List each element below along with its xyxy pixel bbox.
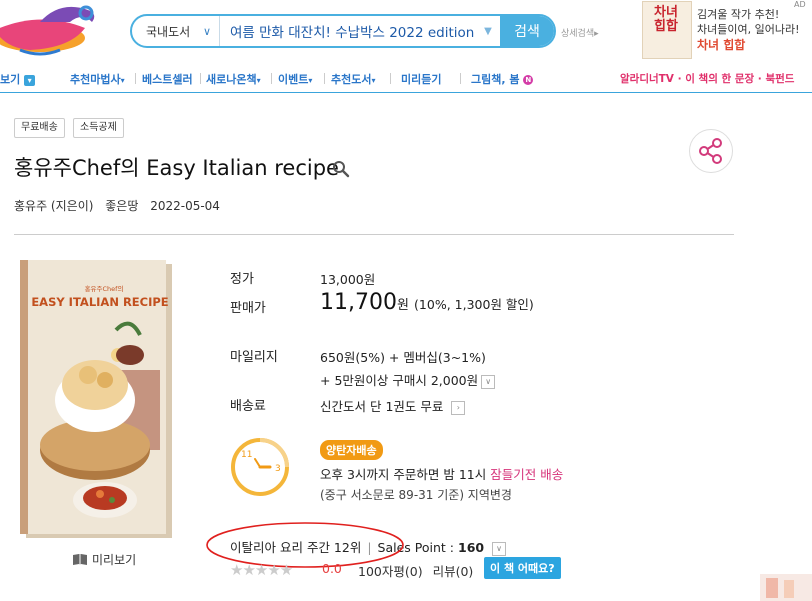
search-category-label: 국내도서 <box>146 24 191 39</box>
search-bar: 국내도서 ∨ ▼ 검색 <box>130 14 556 48</box>
ad-text-line1[interactable]: 김겨울 작가 추천! <box>697 6 779 22</box>
preview-button[interactable]: 미리보기 <box>72 551 136 568</box>
sales-point-expand-icon[interactable]: ∨ <box>492 541 507 556</box>
reviews-links: 100자평(0) 리뷰(0) <box>358 561 473 580</box>
clock-3-label: 3 <box>275 464 281 474</box>
nav-item-wizard[interactable]: 추천마법사▾ <box>70 71 125 87</box>
publisher-link[interactable]: 좋은땅 <box>105 199 138 213</box>
nav-item-picturebook[interactable]: 그림책, 봄 N <box>471 71 534 87</box>
delivery-badge: 양탄자배송 <box>320 440 383 460</box>
delivery-line2[interactable]: (중구 서소문로 89-31 기준) 지역변경 <box>320 486 512 503</box>
tag-free-shipping: 무료배송 <box>14 118 65 138</box>
sale-discount: (10%, 1,300원 할인) <box>414 297 534 312</box>
sales-point-value: 160 <box>458 540 485 555</box>
book-cover-subtitle: 홍유주Chef의 <box>84 285 124 293</box>
tag-tax-deduction: 소득공제 <box>73 118 124 138</box>
toggle-icon: ▾ <box>24 74 36 86</box>
search-button[interactable]: 검색 <box>500 16 554 46</box>
new-badge-icon: N <box>523 75 534 85</box>
shipping-more-icon[interactable]: › <box>451 400 466 415</box>
rating-value: 0.0 <box>322 561 342 576</box>
sale-price-value: 11,700 <box>320 290 397 315</box>
mileage-line1: 650원(5%) + 멤버십(3~1%) <box>320 350 486 365</box>
list-price-label: 정가 <box>230 272 254 287</box>
nav-right-links[interactable]: 알라디너TV · 이 책의 한 문장 · 북펀드 <box>620 71 794 86</box>
corner-decoration <box>760 574 812 601</box>
author-link[interactable]: 홍유주 (지은이) <box>14 199 93 213</box>
nav-item-new[interactable]: 새로나온책▾ <box>206 71 261 87</box>
nav-item-preview-listen[interactable]: 미리듣기 <box>401 71 441 87</box>
nav-item-event[interactable]: 이벤트▾ <box>278 71 312 87</box>
delivery-highlight[interactable]: 잠들기전 배송 <box>490 467 563 482</box>
search-input[interactable] <box>220 16 476 46</box>
section-divider <box>14 234 734 235</box>
nav-item-view[interactable]: 보기 ▾ <box>0 71 36 87</box>
book-opinion-button[interactable]: 이 책 어때요? <box>484 557 561 579</box>
ad-mark: AD <box>794 0 806 9</box>
mileage-expand-icon[interactable]: ∨ <box>481 374 496 389</box>
share-button[interactable] <box>689 129 733 173</box>
review-link[interactable]: 리뷰(0) <box>433 564 474 579</box>
list-price-value: 13,000원 <box>320 272 376 287</box>
sale-price-label: 판매가 <box>230 301 266 316</box>
search-icon[interactable] <box>332 160 350 178</box>
ad-text-line2[interactable]: 차녀들이여, 일어나라! <box>697 21 799 37</box>
search-category-select[interactable]: 국내도서 ∨ <box>132 16 220 46</box>
mileage-label: 마일리지 <box>230 350 278 365</box>
author-line: 홍유주 (지은이) 좋은땅 2022-05-04 <box>14 197 220 214</box>
delivery-line1: 오후 3시까지 주문하면 밤 11시 잠들기전 배송 <box>320 467 564 482</box>
nav-divider <box>0 92 812 93</box>
page-title: 홍유주Chef의 Easy Italian recipe <box>14 156 339 180</box>
share-icon <box>699 138 722 164</box>
shipping-value: 신간도서 단 1권도 무료 › <box>320 396 466 415</box>
detail-search-link[interactable]: 상세검색▸ <box>561 26 599 39</box>
rating-stars: ★★★★★ <box>230 561 293 579</box>
book-open-icon <box>73 554 87 565</box>
search-dropdown-icon[interactable]: ▼ <box>476 26 500 37</box>
main-nav: 보기 ▾ 추천마법사▾ 베스트셀러 새로나온책▾ 이벤트▾ 추천도서▾ 미리듣기… <box>0 68 812 90</box>
chevron-down-icon: ∨ <box>202 24 211 38</box>
nav-item-bestseller[interactable]: 베스트셀러 <box>142 71 193 87</box>
ad-cover-text: 차녀 힙합 <box>654 5 678 34</box>
publish-date: 2022-05-04 <box>150 199 220 213</box>
preview-label: 미리보기 <box>92 553 137 567</box>
clock-11-label: 11 <box>241 450 252 460</box>
short-review-link[interactable]: 100자평(0) <box>358 564 423 579</box>
shipping-label: 배송료 <box>230 399 266 414</box>
aladin-logo[interactable] <box>0 0 110 60</box>
book-cover-title: EASY ITALIAN RECIPE <box>31 295 169 309</box>
sale-price: 11,700원 (10%, 1,300원 할인) <box>320 290 534 315</box>
clock-icon: 11 3 <box>231 438 289 496</box>
ad-title[interactable]: 차녀 힙합 <box>697 36 745 53</box>
nav-item-recommend[interactable]: 추천도서▾ <box>331 71 376 87</box>
mileage-line2: + 5만원이상 구매시 2,000원 ∨ <box>320 370 496 389</box>
